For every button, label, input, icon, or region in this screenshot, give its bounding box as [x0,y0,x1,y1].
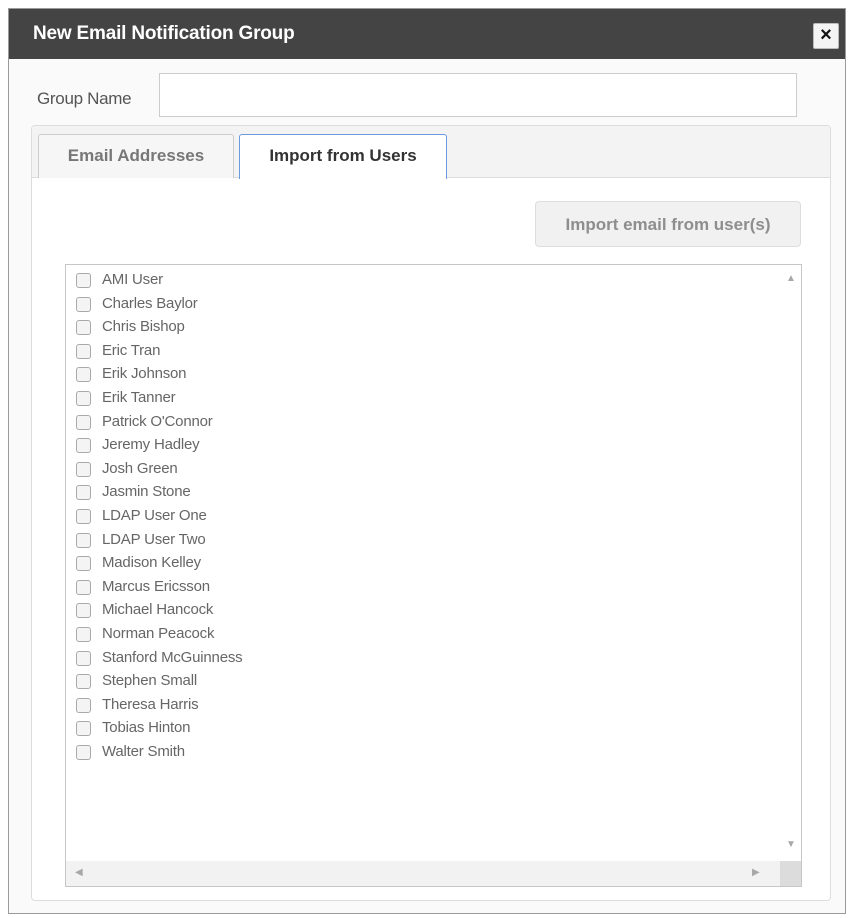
close-icon[interactable]: × [813,23,839,49]
user-checkbox[interactable] [76,391,91,406]
user-name: Madison Kelley [102,554,201,572]
user-checkbox[interactable] [76,414,91,430]
user-checkbox[interactable] [76,697,91,713]
scroll-right-arrow-icon[interactable]: ▶ [752,868,760,878]
user-list-item[interactable]: LDAP User Two [76,530,336,552]
horizontal-scrollbar[interactable]: ◀ ▶ [66,861,780,886]
user-list-item[interactable]: Chris Bishop [76,317,336,339]
user-list-item[interactable]: Walter Smith [76,742,336,764]
user-checkbox[interactable] [76,509,91,524]
user-checkbox[interactable] [76,556,91,572]
user-list-item[interactable]: Erik Tanner [76,388,336,410]
new-email-notification-group-dialog: New Email Notification Group × Group Nam… [8,8,846,914]
user-list-item[interactable]: Eric Tran [76,341,336,363]
user-list-item[interactable]: Stephen Small [76,671,336,693]
tab-bar: Email Addresses Import from Users [32,126,830,179]
user-list-item[interactable]: Theresa Harris [76,695,336,717]
user-checkbox[interactable] [76,367,91,383]
user-list-item[interactable]: Erik Johnson [76,364,336,386]
user-list-item[interactable]: Madison Kelley [76,553,336,575]
user-name: Charles Baylor [102,294,198,312]
import-email-from-users-button[interactable]: Import email from user(s) [535,201,801,247]
user-name: Marcus Ericsson [102,577,210,595]
user-list-item[interactable]: Josh Green [76,459,336,481]
user-name: Eric Tran [102,341,161,359]
tab-email-addresses[interactable]: Email Addresses [38,134,234,178]
user-checkbox[interactable] [76,650,91,666]
user-name: Stephen Small [102,672,197,690]
user-name: LDAP User One [102,507,207,524]
tab-import-from-users[interactable]: Import from Users [239,134,447,179]
user-checkbox[interactable] [76,532,91,548]
user-checkbox[interactable] [76,296,91,312]
user-name: Walter Smith [102,743,185,760]
user-name: Tobias Hinton [102,719,191,737]
scroll-up-arrow-icon[interactable]: ▲ [786,274,796,284]
user-list-item[interactable]: Jeremy Hadley [76,435,336,457]
user-name: LDAP User Two [102,530,206,548]
user-list[interactable]: AMI User Charles Baylor Chris Bishop Eric T… [65,264,802,887]
user-checkbox[interactable] [76,603,91,619]
user-checkbox[interactable] [76,721,91,737]
dialog-title: New Email Notification Group [33,23,295,44]
scroll-down-arrow-icon[interactable]: ▼ [786,840,796,850]
user-checkbox[interactable] [76,674,91,690]
user-checkbox[interactable] [76,320,91,336]
user-list-item[interactable]: LDAP User One [76,506,336,528]
user-checkbox[interactable] [76,461,91,477]
user-name: Josh Green [102,459,178,477]
user-name: Chris Bishop [102,318,185,336]
user-list-item[interactable]: Stanford McGuinness [76,648,336,670]
scroll-left-arrow-icon[interactable]: ◀ [75,868,83,878]
user-list-item[interactable]: Norman Peacock [76,624,336,646]
group-name-label: Group Name [37,89,132,108]
user-name: Jeremy Hadley [102,436,200,454]
user-name: Stanford McGuinness [102,648,243,666]
user-checkbox[interactable] [76,438,91,454]
user-name: Michael Hancock [102,601,214,619]
user-list-item[interactable]: Michael Hancock [76,600,336,622]
user-list-item[interactable]: AMI User [76,270,336,292]
user-checkbox[interactable] [76,273,91,288]
user-checkbox[interactable] [76,485,91,501]
vertical-scrollbar[interactable]: ▲ ▼ [780,265,801,861]
user-name: AMI User [102,271,163,288]
user-name: Norman Peacock [102,625,215,642]
user-list-item[interactable]: Patrick O'Connor [76,412,336,434]
dialog-titlebar: New Email Notification Group × [9,9,845,59]
user-list-item[interactable]: Charles Baylor [76,294,336,316]
user-checkbox[interactable] [76,745,91,760]
user-name: Patrick O'Connor [102,412,213,430]
tabs-panel: Email Addresses Import from Users Import… [31,125,831,901]
user-list-item[interactable]: Marcus Ericsson [76,577,336,599]
group-name-input[interactable] [159,73,797,117]
user-checkbox[interactable] [76,627,91,642]
user-name: Theresa Harris [102,695,199,713]
user-list-item[interactable]: Jasmin Stone [76,482,336,504]
user-name: Erik Tanner [102,389,176,406]
scrollbar-corner [780,861,801,886]
user-checkbox[interactable] [76,343,91,359]
user-list-item[interactable]: Tobias Hinton [76,718,336,740]
user-name: Erik Johnson [102,365,187,383]
user-name: Jasmin Stone [102,483,191,501]
user-checkbox[interactable] [76,579,91,595]
